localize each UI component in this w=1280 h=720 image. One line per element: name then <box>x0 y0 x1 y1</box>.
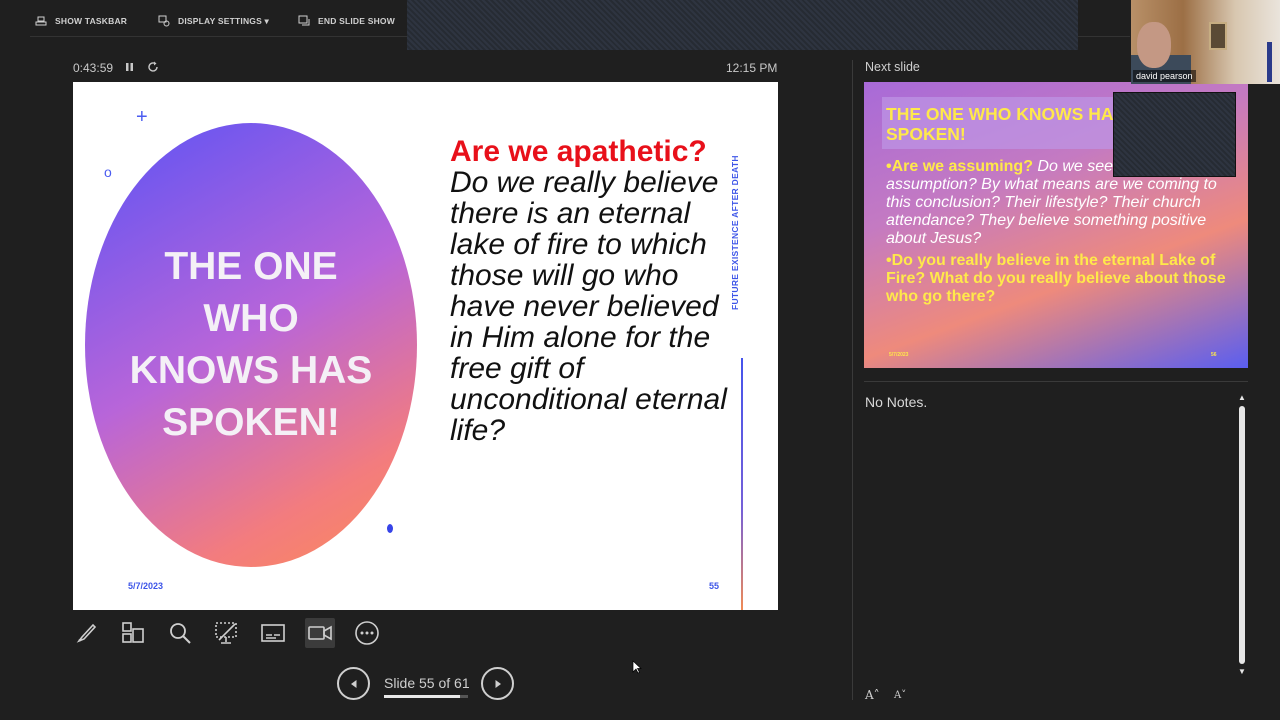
vertical-section-label: FUTURE EXISTENCE AFTER DEATH <box>730 155 740 310</box>
triangle-right-icon <box>495 679 501 688</box>
slide-counter[interactable]: Slide 55 of 61 <box>384 675 470 691</box>
end-slide-show-label: END SLIDE SHOW <box>318 16 395 26</box>
vertical-accent-line <box>741 358 743 610</box>
end-show-icon <box>298 15 310 26</box>
restart-icon <box>148 61 158 72</box>
show-taskbar-label: SHOW TASKBAR <box>55 16 128 26</box>
zoom-slide-button[interactable] <box>165 618 195 648</box>
participant-head <box>1137 22 1171 68</box>
next-slide-label: Next slide <box>865 60 920 74</box>
pen-icon <box>76 623 97 643</box>
notes-scrollbar[interactable]: ▲ ▼ <box>1236 392 1248 679</box>
video-overlay-panel <box>1113 92 1236 177</box>
question-body: Do we really believe there is an eternal… <box>450 166 727 447</box>
decorative-dot <box>387 524 393 533</box>
bullet-1-highlight: •Are we assuming? <box>886 158 1033 175</box>
see-all-slides-icon <box>122 622 144 643</box>
next-slide-number: 56 <box>1211 352 1217 358</box>
slide-date: 5/7/2023 <box>128 581 164 591</box>
pause-icon <box>126 63 133 71</box>
next-slide-bullets: •Are we assuming? Do we see truth by a f… <box>886 158 1238 310</box>
pause-timer-button[interactable] <box>124 60 136 74</box>
notes-divider <box>864 381 1248 382</box>
black-screen-button[interactable] <box>211 618 241 648</box>
slide-number: 55 <box>709 581 720 591</box>
scrollbar-thumb[interactable] <box>1239 406 1245 664</box>
clock: 12:15 PM <box>726 61 778 75</box>
slide-question: Are we apathetic? Do we really believe t… <box>450 136 740 446</box>
presenter-view: SHOW TASKBAR DISPLAY SETTINGS ▾ END SLID… <box>0 0 1280 720</box>
pointer-icon <box>215 622 237 644</box>
display-settings-icon <box>158 15 170 27</box>
zoom-icon <box>170 623 191 644</box>
camera-toggle-button[interactable] <box>305 618 335 648</box>
background-picture-frame <box>1209 22 1227 50</box>
screen-share-overlay <box>407 0 1078 50</box>
end-slide-show-button[interactable]: END SLIDE SHOW <box>298 14 395 28</box>
show-taskbar-button[interactable]: SHOW TASKBAR <box>35 14 127 28</box>
camera-icon <box>308 625 332 641</box>
subtitles-icon <box>261 624 285 642</box>
background-flag <box>1267 42 1272 82</box>
next-slide-bullet-2: •Do you really believe in the eternal La… <box>886 252 1226 305</box>
decorative-plus: + <box>136 106 148 128</box>
participant-name: david pearson <box>1133 70 1196 82</box>
subtitles-button[interactable] <box>258 618 288 648</box>
current-slide[interactable]: THE ONE WHO KNOWS HAS SPOKEN! + o Are we… <box>73 82 778 610</box>
pen-tool-button[interactable] <box>72 618 102 648</box>
slide-title: THE ONE WHO KNOWS HAS SPOKEN! <box>129 245 373 444</box>
restart-timer-button[interactable] <box>146 60 160 74</box>
display-settings-label: DISPLAY SETTINGS ▾ <box>178 15 269 26</box>
decorative-circle: o <box>104 164 112 180</box>
decrease-font-button[interactable]: A˅ <box>894 690 906 701</box>
more-options-button[interactable] <box>352 618 382 648</box>
increase-font-button[interactable]: A˄ <box>865 688 880 702</box>
display-settings-button[interactable]: DISPLAY SETTINGS ▾ <box>158 14 269 28</box>
more-options-icon <box>355 621 379 645</box>
scroll-up-icon[interactable]: ▲ <box>1238 394 1246 402</box>
see-all-slides-button[interactable] <box>118 618 148 648</box>
elapsed-timer: 0:43:59 <box>73 61 114 75</box>
triangle-left-icon <box>350 679 356 688</box>
slide-progress-fill <box>384 695 460 698</box>
pane-divider[interactable] <box>852 60 853 700</box>
next-slide-button[interactable] <box>481 667 514 700</box>
next-slide-date: 5/7/2023 <box>889 352 909 358</box>
taskbar-icon <box>35 16 47 26</box>
scroll-down-icon[interactable]: ▼ <box>1238 668 1246 676</box>
question-highlight: Are we apathetic? <box>450 135 707 168</box>
slide-progress-bar <box>384 695 468 698</box>
mouse-cursor-icon <box>632 660 642 674</box>
participant-video[interactable]: david pearson <box>1131 0 1280 84</box>
previous-slide-button[interactable] <box>337 667 370 700</box>
speaker-notes[interactable]: No Notes. <box>865 394 927 410</box>
